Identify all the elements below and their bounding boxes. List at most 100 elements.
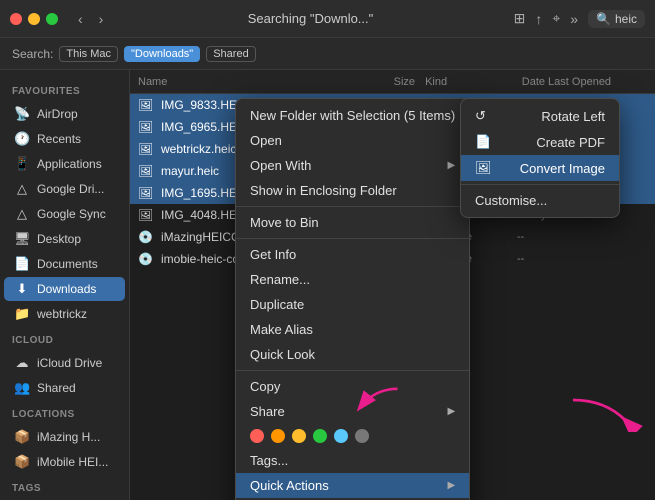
minimize-button[interactable] (28, 13, 40, 25)
menu-move-bin[interactable]: Move to Bin (236, 210, 469, 235)
more-icon[interactable]: » (570, 11, 578, 27)
quick-actions-submenu: ↺ Rotate Left 📄 Create PDF 🖼 Convert Ima… (460, 98, 620, 218)
search-box[interactable]: 🔍 heic (588, 10, 645, 28)
submenu-customise[interactable]: Customise... (461, 188, 619, 213)
tag-color-orange[interactable] (271, 429, 285, 443)
webtrickz-icon: 📁 (14, 306, 30, 322)
menu-new-folder[interactable]: New Folder with Selection (5 Items) (236, 103, 469, 128)
submenu-rotate-left[interactable]: ↺ Rotate Left (461, 103, 619, 129)
menu-quick-look[interactable]: Quick Look (236, 342, 469, 367)
menu-show-enclosing[interactable]: Show in Enclosing Folder (236, 178, 469, 203)
tag-color-green[interactable] (313, 429, 327, 443)
menu-item-label: Show in Enclosing Folder (250, 183, 397, 198)
sidebar-section-favourites: Favourites (0, 78, 129, 101)
menu-item-label: Get Info (250, 247, 296, 262)
menu-rename[interactable]: Rename... (236, 267, 469, 292)
file-icon-heic: 🖼 (138, 186, 156, 200)
documents-icon: 📄 (14, 256, 30, 272)
scope-this-mac[interactable]: This Mac (59, 46, 118, 62)
file-date: -- (507, 231, 647, 243)
menu-get-info[interactable]: Get Info (236, 242, 469, 267)
file-icon-heic: 🖼 (138, 208, 156, 222)
menu-duplicate[interactable]: Duplicate (236, 292, 469, 317)
menu-item-label: Quick Look (250, 347, 315, 362)
view-options-icon[interactable]: ⊞ (514, 10, 526, 27)
tag-icon[interactable]: ⌖ (552, 10, 560, 27)
scope-shared[interactable]: Shared (206, 46, 255, 62)
sidebar-label-webtrickz: webtrickz (37, 307, 87, 321)
col-header-name[interactable]: Name (138, 76, 338, 88)
col-header-date[interactable]: Date Last Opened (512, 76, 647, 88)
tag-color-yellow[interactable] (292, 429, 306, 443)
fullscreen-button[interactable] (46, 13, 58, 25)
sidebar-item-desktop[interactable]: 🖥 Desktop (4, 227, 125, 251)
search-input-text[interactable]: heic (615, 12, 637, 26)
sidebar-item-shared[interactable]: 👥 Shared (4, 376, 125, 400)
sidebar-section-locations: Locations (0, 401, 129, 424)
menu-open[interactable]: Open (236, 128, 469, 153)
forward-button[interactable]: › (95, 9, 108, 29)
sidebar-item-google-sync[interactable]: △ Google Sync (4, 202, 125, 226)
icloud-drive-icon: ☁ (14, 355, 30, 371)
chevron-right-icon: ▶ (447, 406, 455, 417)
share-icon[interactable]: ↑ (535, 11, 542, 27)
sidebar-item-webtrickz[interactable]: 📁 webtrickz (4, 302, 125, 326)
sidebar-label-documents: Documents (37, 257, 98, 271)
sidebar-item-icloud-drive[interactable]: ☁ iCloud Drive (4, 351, 125, 375)
tag-color-red[interactable] (250, 429, 264, 443)
sidebar-label-google-sync: Google Sync (37, 207, 106, 221)
menu-item-label: Quick Actions (250, 478, 329, 493)
menu-separator-2 (236, 238, 469, 239)
back-button[interactable]: ‹ (74, 9, 87, 29)
submenu-item-label: Customise... (475, 193, 547, 208)
sidebar-item-google-drive[interactable]: △ Google Dri... (4, 177, 125, 201)
submenu-convert-image[interactable]: 🖼 Convert Image (461, 155, 619, 181)
menu-item-label: New Folder with Selection (5 Items) (250, 108, 455, 123)
menu-tags[interactable]: Tags... (236, 448, 469, 473)
window-title: Searching "Downlo..." (115, 11, 505, 26)
applications-icon: 📱 (14, 156, 30, 172)
chevron-right-icon: ▶ (447, 160, 455, 171)
create-pdf-icon: 📄 (475, 134, 491, 150)
scope-downloads[interactable]: "Downloads" (124, 46, 200, 62)
tag-color-gray[interactable] (355, 429, 369, 443)
sidebar: Favourites 📡 AirDrop 🕐 Recents 📱 Applica… (0, 70, 130, 500)
sidebar-label-recents: Recents (37, 132, 81, 146)
col-header-size[interactable]: Size (338, 76, 415, 88)
tag-color-blue[interactable] (334, 429, 348, 443)
menu-open-with[interactable]: Open With ▶ (236, 153, 469, 178)
sidebar-item-applications[interactable]: 📱 Applications (4, 152, 125, 176)
imazing-icon: 📦 (14, 429, 30, 445)
menu-make-alias[interactable]: Make Alias (236, 317, 469, 342)
sidebar-item-imazing[interactable]: 📦 iMazing H... (4, 425, 125, 449)
search-label: Search: (12, 47, 53, 61)
menu-separator-1 (236, 206, 469, 207)
sidebar-label-google-drive: Google Dri... (37, 182, 104, 196)
titlebar-icons: ⊞ ↑ ⌖ » 🔍 heic (514, 10, 645, 28)
menu-separator-3 (236, 370, 469, 371)
file-date: -- (507, 253, 647, 265)
sidebar-label-imazing: iMazing H... (37, 430, 100, 444)
submenu-create-pdf[interactable]: 📄 Create PDF (461, 129, 619, 155)
file-icon-heic: 🖼 (138, 120, 156, 134)
sidebar-item-recents[interactable]: 🕐 Recents (4, 127, 125, 151)
sidebar-label-airdrop: AirDrop (37, 107, 78, 121)
sidebar-item-airdrop[interactable]: 📡 AirDrop (4, 102, 125, 126)
chevron-right-icon: ▶ (447, 480, 455, 491)
titlebar: ‹ › Searching "Downlo..." ⊞ ↑ ⌖ » 🔍 heic (0, 0, 655, 38)
file-icon-heic: 🖼 (138, 142, 156, 156)
file-icon-heic: 🖼 (138, 164, 156, 178)
sidebar-item-documents[interactable]: 📄 Documents (4, 252, 125, 276)
col-header-kind[interactable]: Kind (415, 76, 512, 88)
downloads-icon: ⬇ (14, 281, 30, 297)
menu-item-label: Move to Bin (250, 215, 319, 230)
airdrop-icon: 📡 (14, 106, 30, 122)
file-icon-disk: 💿 (138, 230, 156, 244)
sidebar-item-imobie[interactable]: 📦 iMobile HEI... (4, 450, 125, 474)
main-layout: Favourites 📡 AirDrop 🕐 Recents 📱 Applica… (0, 70, 655, 500)
google-sync-icon: △ (14, 206, 30, 222)
menu-item-label: Share (250, 404, 285, 419)
close-button[interactable] (10, 13, 22, 25)
sidebar-item-downloads[interactable]: ⬇ Downloads (4, 277, 125, 301)
menu-quick-actions[interactable]: Quick Actions ▶ (236, 473, 469, 498)
